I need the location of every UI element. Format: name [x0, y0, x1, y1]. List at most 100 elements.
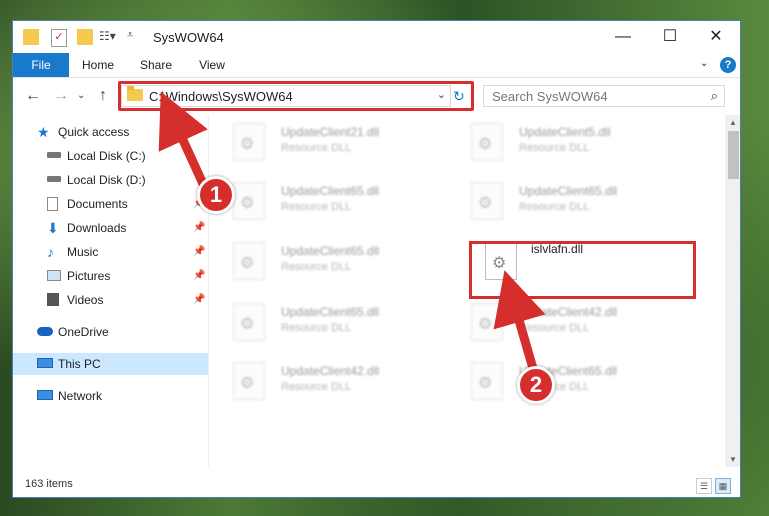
documents-icon [47, 197, 58, 211]
sidebar-item-label: Pictures [67, 269, 111, 283]
quick-access-dropdown-icon[interactable]: ⩡ [127, 29, 143, 45]
up-button[interactable]: ↑ [99, 87, 107, 105]
sidebar-item-label: OneDrive [58, 325, 109, 339]
file-item[interactable]: UpdateClient21.dll Resource DLL [213, 117, 443, 173]
sidebar-item-quick-access[interactable]: ★ Quick access [13, 121, 208, 143]
sidebar-item-label: Videos [67, 293, 104, 307]
sidebar-item-label: Local Disk (D:) [67, 173, 146, 187]
customize-toolbar-icon[interactable]: ☷▾ [99, 29, 116, 45]
file-type: Resource DLL [281, 381, 352, 393]
recent-locations-button[interactable]: ⌄ [77, 90, 85, 101]
close-button[interactable]: ✕ [706, 27, 726, 47]
file-name: UpdateClient65.dll [281, 244, 380, 258]
dll-file-icon [233, 242, 265, 280]
pictures-icon [47, 270, 61, 281]
file-type: Resource DLL [519, 201, 590, 213]
file-item[interactable]: UpdateClient5.dll Resource DLL [451, 117, 681, 173]
star-icon: ★ [37, 124, 50, 140]
search-input[interactable]: Search SysWOW64 ⌕ [483, 85, 725, 107]
sidebar-item-this-pc[interactable]: This PC [13, 353, 208, 375]
file-name: UpdateClient42.dll [519, 305, 618, 319]
sidebar-item-onedrive[interactable]: OneDrive [13, 321, 208, 343]
tab-view[interactable]: View [193, 53, 231, 77]
properties-icon[interactable]: ✓ [51, 29, 67, 47]
file-item[interactable]: UpdateClient65.dll Resource DLL [213, 297, 443, 353]
dll-file-icon [471, 123, 503, 161]
file-item[interactable]: UpdateClient65.dll Resource DLL [451, 176, 681, 232]
file-name: UpdateClient42.dll [281, 364, 380, 378]
file-item[interactable]: UpdateClient42.dll Resource DLL [213, 356, 443, 412]
vertical-scrollbar[interactable]: ▲ ▼ [725, 115, 740, 467]
file-item[interactable]: UpdateClient65.dll Resource DLL [213, 176, 443, 232]
sidebar-item-videos[interactable]: Videos 📌 [13, 289, 208, 311]
file-item[interactable]: UpdateClient65.dll Resource DLL [451, 356, 681, 412]
help-icon[interactable]: ? [720, 57, 736, 73]
search-placeholder: Search SysWOW64 [492, 89, 608, 104]
file-type: Resource DLL [281, 322, 352, 334]
drive-icon [47, 152, 61, 158]
file-item[interactable]: UpdateClient42.dll Resource DLL [451, 297, 681, 353]
item-count: 163 items [25, 478, 73, 490]
search-icon[interactable]: ⌕ [711, 88, 718, 104]
forward-button[interactable]: → [53, 87, 69, 105]
download-icon: ⬇ [47, 220, 59, 236]
file-type: Resource DLL [281, 261, 352, 273]
pane-divider [208, 115, 209, 467]
dll-file-icon [233, 182, 265, 220]
computer-icon [37, 358, 53, 368]
status-bar: 163 items ☰ ▦ [13, 473, 740, 497]
sidebar-item-downloads[interactable]: ⬇ Downloads 📌 [13, 217, 208, 239]
scrollbar-thumb[interactable] [728, 131, 739, 179]
window-title: SysWOW64 [153, 30, 224, 45]
file-highlight-box [469, 241, 696, 299]
sidebar-item-documents[interactable]: Documents 📌 [13, 193, 208, 215]
tab-share[interactable]: Share [135, 53, 177, 77]
videos-icon [47, 293, 59, 306]
cloud-icon [37, 327, 53, 336]
scroll-up-icon[interactable]: ▲ [729, 118, 737, 127]
sidebar-item-network[interactable]: Network [13, 385, 208, 407]
scroll-down-icon[interactable]: ▼ [729, 455, 737, 464]
pin-icon[interactable]: 📌 [193, 289, 205, 311]
drive-icon [47, 176, 61, 182]
sidebar-item-music[interactable]: ♪ Music 📌 [13, 241, 208, 263]
music-icon: ♪ [47, 244, 54, 260]
sidebar-item-label: Downloads [67, 221, 127, 235]
file-type: Resource DLL [281, 142, 352, 154]
back-button[interactable]: ← [25, 87, 41, 105]
network-icon [37, 390, 53, 400]
pin-icon[interactable]: 📌 [193, 217, 205, 239]
sidebar-item-label: Music [67, 245, 99, 259]
tab-file[interactable]: File [13, 53, 69, 77]
sidebar-item-local-disk-c[interactable]: Local Disk (C:) [13, 145, 208, 167]
large-icons-view-icon[interactable]: ▦ [715, 478, 731, 494]
file-explorer-window: ✓ ☷▾ ⩡ SysWOW64 — ☐ ✕ File Home Share Vi… [12, 20, 741, 498]
dll-file-icon [233, 303, 265, 341]
file-name: UpdateClient65.dll [519, 184, 618, 198]
step-2-badge: 2 [517, 366, 555, 404]
minimize-button[interactable]: — [613, 27, 633, 47]
folder-icon [23, 29, 39, 45]
pin-icon[interactable]: 📌 [193, 241, 205, 263]
details-view-icon[interactable]: ☰ [696, 478, 712, 494]
title-bar: ✓ ☷▾ ⩡ SysWOW64 — ☐ ✕ [13, 21, 740, 53]
sidebar-item-pictures[interactable]: Pictures 📌 [13, 265, 208, 287]
file-name: UpdateClient65.dll [281, 305, 380, 319]
maximize-button[interactable]: ☐ [660, 27, 680, 47]
expand-ribbon-icon[interactable]: ⌄ [700, 58, 708, 69]
new-folder-icon[interactable] [77, 29, 93, 45]
file-name: UpdateClient5.dll [519, 125, 611, 139]
navigation-pane: ★ Quick access Local Disk (C:) Local Dis… [13, 115, 208, 467]
file-name: UpdateClient21.dll [281, 125, 380, 139]
dll-file-icon [471, 362, 503, 400]
dll-file-icon [471, 303, 503, 341]
step-1-badge: 1 [197, 176, 235, 214]
file-item[interactable]: UpdateClient65.dll Resource DLL [213, 236, 443, 292]
file-type: Resource DLL [281, 201, 352, 213]
file-type: Resource DLL [519, 142, 590, 154]
sidebar-item-local-disk-d[interactable]: Local Disk (D:) [13, 169, 208, 191]
tab-home[interactable]: Home [75, 53, 121, 77]
pin-icon[interactable]: 📌 [193, 265, 205, 287]
dll-file-icon [233, 362, 265, 400]
address-highlight-box [118, 81, 474, 111]
